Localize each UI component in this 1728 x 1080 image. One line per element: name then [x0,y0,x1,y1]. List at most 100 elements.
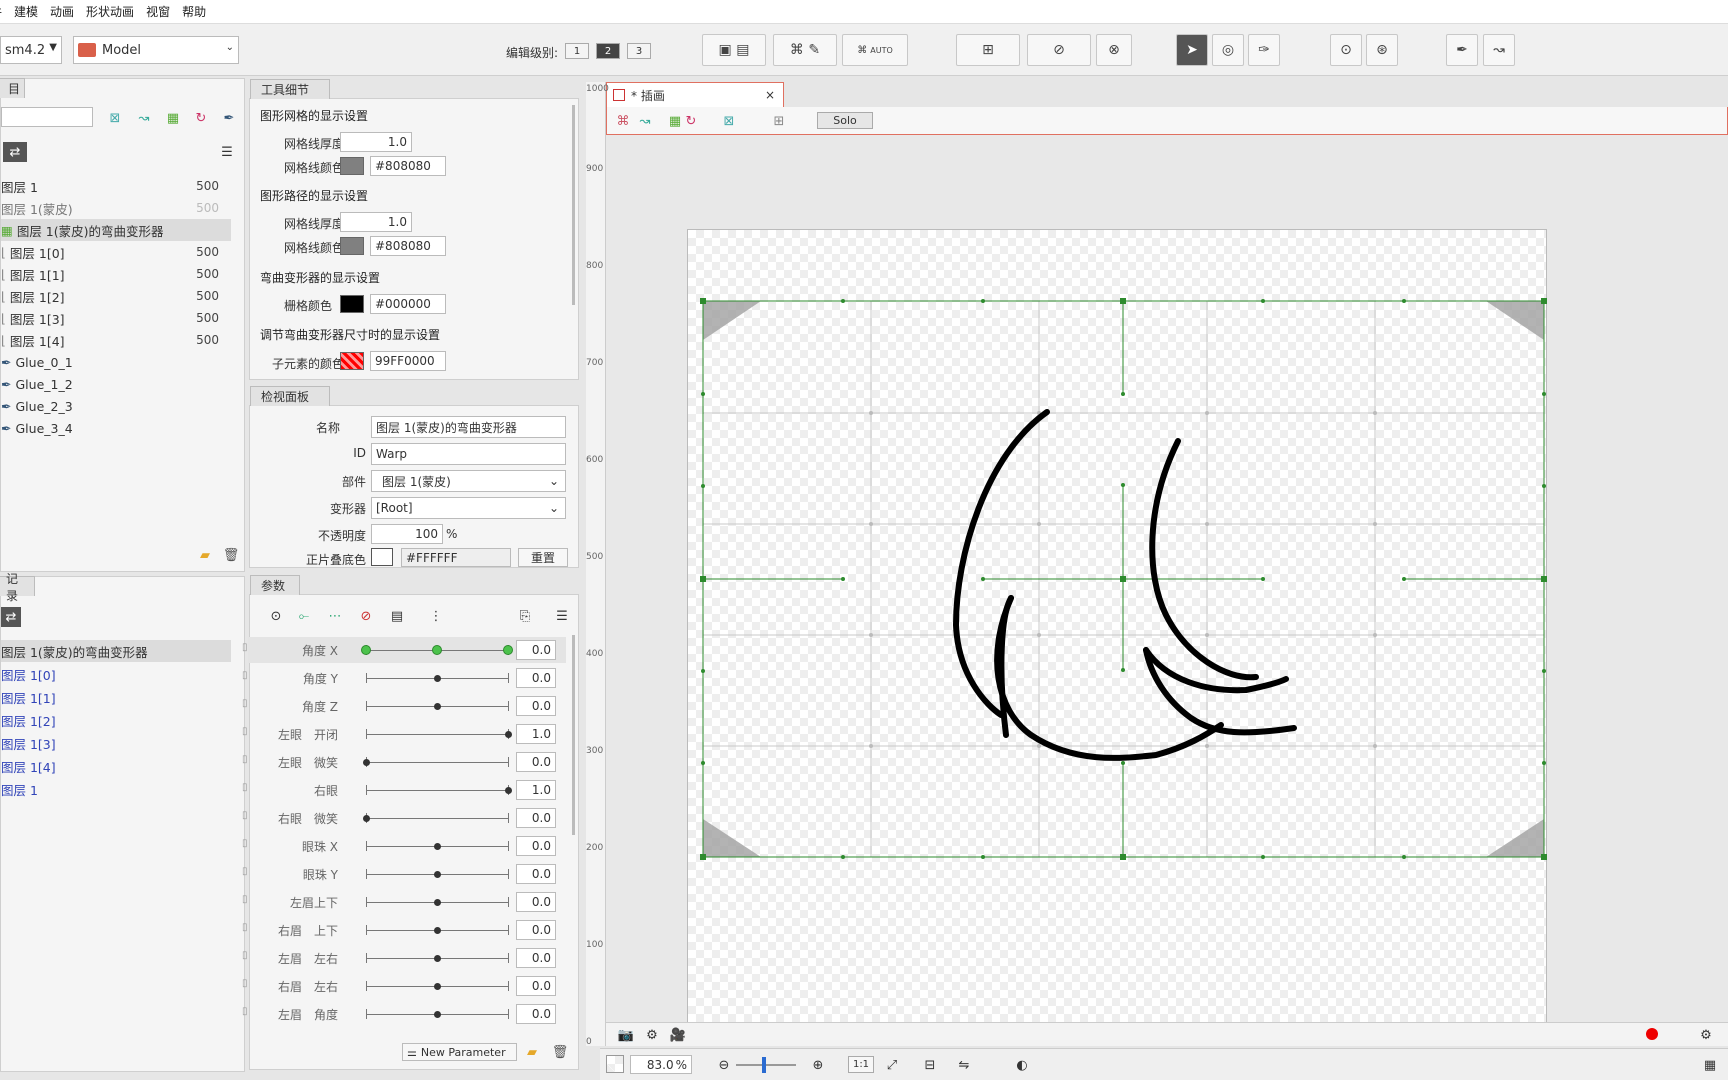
reset-button[interactable]: 重置 [518,548,568,567]
parameter-value[interactable]: 0.0 [516,920,556,940]
list-item[interactable]: ⌊ 图层 1[1] 500 [1,263,231,285]
parameter-slider-knob[interactable] [434,927,441,934]
glue-tool-button[interactable]: ⊙ [1330,34,1362,66]
keyform-dot[interactable] [503,645,513,655]
tab-tool-details[interactable]: 工具细节 [250,79,330,99]
path-color-swatch[interactable] [340,237,364,255]
panel-toggle-icon[interactable]: ▦ [1700,1055,1720,1075]
zoom-input[interactable]: 83.0% [630,1055,692,1074]
camera-capture-icon[interactable]: 🎥 [668,1025,688,1045]
parameter-value[interactable]: 0.0 [516,668,556,688]
parameter-row[interactable]: ▯ 左眼 开闭 1.0 [242,721,566,747]
keyform-dot[interactable] [432,645,442,655]
record-item[interactable]: 图层 1[4] [1,755,231,777]
parameter-row[interactable]: ▯ 左眉上下 0.0 [242,889,566,915]
toggle-icon[interactable]: ◐ [1008,1055,1036,1075]
parameter-slider-knob[interactable] [434,871,441,878]
parameter-slider-knob[interactable] [434,955,441,962]
list-item[interactable]: ⌊ 图层 1[2] 500 [1,285,231,307]
grid-color-input[interactable]: #000000 [370,294,446,314]
new-parameter-button[interactable]: ⚌ New Parameter [402,1043,517,1061]
parameter-slider-knob[interactable] [434,675,441,682]
multiply-input[interactable]: #FFFFFF [401,548,511,567]
menu-animation[interactable]: 动画 [50,3,74,20]
trash-icon[interactable]: 🗑 [550,1042,570,1062]
menu-view[interactable]: 视窗 [146,3,170,20]
list-item[interactable]: 图层 1(蒙皮) 500 [1,197,231,219]
key-table-icon[interactable]: ▤ [387,606,407,626]
lock-icon[interactable]: ▯ [242,978,248,989]
record-item[interactable]: 图层 1[2] [1,709,231,731]
zoom-slider[interactable] [736,1064,796,1066]
parameter-slider-track[interactable] [366,762,508,763]
parameter-value[interactable]: 0.0 [516,864,556,884]
lock-icon[interactable]: ▯ [242,782,248,793]
lock-icon[interactable]: ▯ [242,866,248,877]
lock-icon[interactable]: ▯ [242,1006,248,1017]
tab-parameters[interactable]: 参数 [250,575,300,595]
parameter-slider-knob[interactable] [434,899,441,906]
flip-icon[interactable]: ⇋ [954,1055,974,1075]
name-input[interactable]: 图层 1(蒙皮)的弯曲变形器 [371,416,566,438]
parameter-row[interactable]: ▯ 左眉 角度 0.0 [242,1001,566,1027]
parameter-value[interactable]: 0.0 [516,892,556,912]
auto-mesh-button[interactable]: ⌘ AUTO [842,34,908,66]
list-item[interactable]: ✒ Glue_1_2 [1,373,231,395]
lock-icon[interactable]: ▯ [242,642,248,653]
menu-help[interactable]: 帮助 [182,3,206,20]
parameter-slider-track[interactable] [366,818,508,819]
parameter-value[interactable]: 0.0 [516,696,556,716]
fit-icon[interactable]: ⤢ [882,1055,902,1075]
lock-icon[interactable]: ▯ [242,810,248,821]
parameter-row[interactable]: ▯ 右眼 1.0 [242,777,566,803]
copy-params-icon[interactable]: ⎘ [515,606,535,626]
parameter-slider-knob[interactable] [434,843,441,850]
opacity-input[interactable]: 100 [371,524,443,544]
menu-file[interactable]: 文件 [0,3,2,20]
select-arrow-button[interactable]: ➤ [1176,34,1208,66]
camera-settings-icon[interactable]: ⚙ [642,1025,662,1045]
trash-icon[interactable]: 🗑 [221,545,241,565]
rotation-filter-icon[interactable]: ↻ [191,108,211,128]
parameter-row[interactable]: ▯ 角度 Z 0.0 [242,693,566,719]
edit-level-2[interactable]: 2 [596,43,620,59]
zoom-slider-handle[interactable] [762,1057,766,1073]
mesh-thickness-input[interactable]: 1.0 [340,132,412,152]
tab-inspector[interactable]: 检视面板 [250,386,330,406]
record-item[interactable]: 图层 1[1] [1,686,231,708]
grid-view-icon[interactable]: ⊞ [769,111,789,131]
record-item[interactable]: 图层 1(蒙皮)的弯曲变形器 [1,640,231,662]
zoom-out-icon[interactable]: ⊖ [714,1055,734,1075]
warp-deformer-overlay[interactable] [606,135,1728,1045]
record-button[interactable] [1646,1028,1658,1040]
mesh-color-input[interactable]: #808080 [370,156,446,176]
parameter-slider-knob[interactable] [434,703,441,710]
menu-modeling[interactable]: 建模 [14,3,38,20]
menu-icon[interactable]: ☰ [217,142,237,162]
path-tool-button[interactable]: ↝ [1483,34,1515,66]
viewport-tab[interactable]: * 插画 × [606,82,784,107]
warp-filter-icon[interactable]: ▦ [163,108,183,128]
model-combo[interactable]: Model ⌄ [73,36,239,64]
parameter-row[interactable]: ▯ 角度 Y 0.0 [242,665,566,691]
scrollbar[interactable] [572,105,575,305]
record-item[interactable]: 图层 1[3] [1,732,231,754]
lock-icon[interactable]: ▯ [242,838,248,849]
deformer-tool-button[interactable]: ▣ ▤ [702,34,766,66]
edit-level-1[interactable]: 1 [565,43,589,59]
pen-tool-button[interactable]: ✒ [1446,34,1478,66]
parameter-slider-knob[interactable] [363,815,370,822]
parameter-value[interactable]: 0.0 [516,752,556,772]
part-select[interactable]: 图层 1(蒙皮) ⌄ [371,470,566,492]
version-combo[interactable]: sm4.2 ▼ [0,36,62,64]
rotation-edit-button[interactable]: ⊗ [1096,34,1132,66]
deformer-select[interactable]: [Root] ⌄ [371,497,566,519]
parameter-value[interactable]: 0.0 [516,1004,556,1024]
path-thickness-input[interactable]: 1.0 [340,212,412,232]
parameter-value[interactable]: 0.0 [516,976,556,996]
parameter-slider-knob[interactable] [505,787,512,794]
parameter-value[interactable]: 0.0 [516,948,556,968]
parameter-row[interactable]: ▯ 左眉 左右 0.0 [242,945,566,971]
gear-icon[interactable]: ⚙ [1696,1025,1716,1045]
lock-icon[interactable]: ▯ [242,726,248,737]
